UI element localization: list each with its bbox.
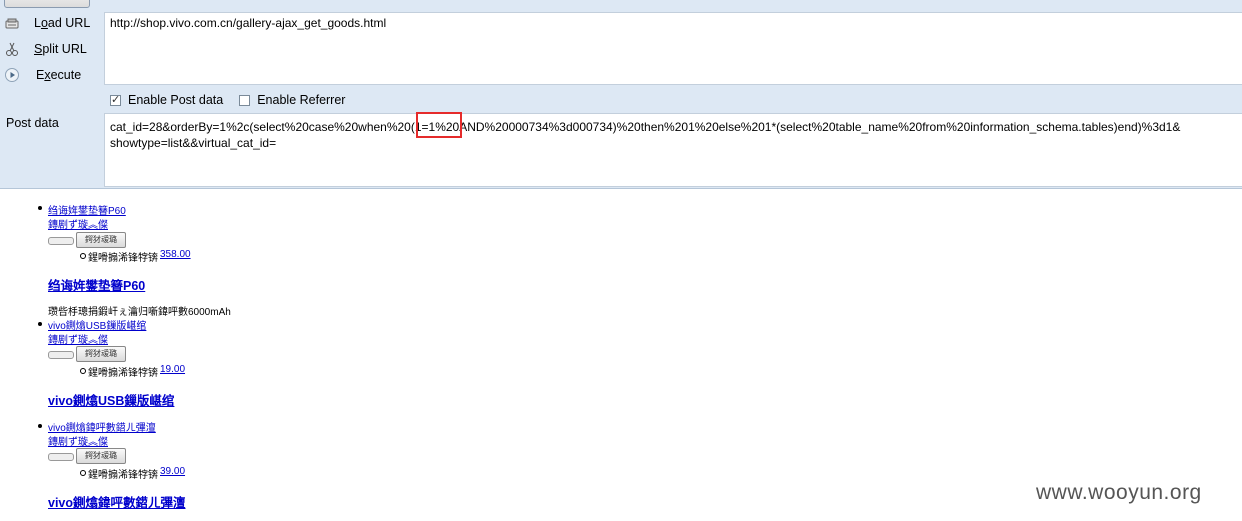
post-data-label: Post data [6, 116, 59, 130]
url-input[interactable]: http://shop.vivo.com.cn/gallery-ajax_get… [104, 12, 1242, 85]
list-circle [80, 368, 86, 374]
details-link[interactable]: 鏄剧ず璇︽儏 [48, 331, 108, 346]
add-to-cart-button[interactable]: 鍔犲叆璐 [76, 346, 126, 362]
load-url-button[interactable]: Load URL [4, 13, 90, 33]
toolbar-menu-strip [110, 0, 410, 1]
quantity-input[interactable] [48, 351, 74, 359]
price-label: 鍟嗗搧浠锋牸锛 [88, 253, 158, 264]
split-url-button[interactable]: Split URL [4, 39, 87, 59]
details-link[interactable]: 鏄剧ず璇︽儏 [48, 433, 108, 448]
split-url-label: Split URL [34, 42, 87, 56]
options-row: Enable Post data Enable Referrer [110, 93, 361, 107]
play-icon [4, 67, 20, 83]
hackbar-panel: Load URL Split URL Execute http://shop.v… [0, 0, 1242, 189]
enable-post-data-checkbox[interactable]: Enable Post data [110, 93, 223, 107]
enable-referrer-label: Enable Referrer [257, 93, 346, 107]
execute-label: Execute [36, 68, 82, 82]
price-value[interactable]: 358.00 [160, 249, 191, 260]
add-to-cart-button[interactable]: 鍔犲叆璐 [76, 232, 126, 248]
watermark-text: www.wooyun.org [1036, 481, 1202, 504]
enable-referrer-checkbox[interactable]: Enable Referrer [239, 93, 345, 107]
quantity-input[interactable] [48, 453, 74, 461]
price-value[interactable]: 39.00 [160, 466, 185, 477]
list-bullet [38, 424, 42, 428]
load-url-icon [4, 15, 20, 31]
quantity-input[interactable] [48, 237, 74, 245]
product-link[interactable]: 绉诲姩鐢垫簮P60 [48, 202, 126, 217]
checkbox-unchecked-icon[interactable] [239, 94, 251, 106]
price-label: 鍟嗗搧浠锋牸锛 [88, 368, 158, 379]
product-title-link[interactable]: vivo鍘熻USB鏁版嵁绾 [48, 390, 174, 409]
list-bullet [38, 206, 42, 210]
details-link[interactable]: 鏄剧ず璇︽儏 [48, 216, 108, 231]
price-value[interactable]: 19.00 [160, 364, 185, 375]
list-circle [80, 470, 86, 476]
list-circle [80, 253, 86, 259]
add-to-cart-button[interactable]: 鍔犲叆璐 [76, 448, 126, 464]
product-link[interactable]: vivo鍘熻USB鏁版嵁绾 [48, 317, 146, 332]
list-bullet [38, 322, 42, 326]
post-data-input[interactable]: cat_id=28&orderBy=1%2c(select%20case%20w… [104, 113, 1242, 187]
toolbar-button[interactable] [4, 0, 90, 8]
enable-post-data-label: Enable Post data [128, 93, 224, 107]
product-title-link[interactable]: 绉诲姩鐢垫簮P60 [48, 275, 145, 294]
post-data-line-1: cat_id=28&orderBy=1%2c(select%20case%20w… [110, 120, 1181, 134]
product-description: 瓒呰杽璁捐鍜屽ぇ瀹归噺鍏呯數6000mAh [48, 307, 231, 318]
product-title-link[interactable]: vivo鍘熻鍏呯數鍣ㄦ彃澶 [48, 492, 186, 511]
checkbox-checked-icon[interactable] [110, 93, 121, 106]
post-data-line-2: showtype=list&&virtual_cat_id= [110, 136, 277, 150]
url-value: http://shop.vivo.com.cn/gallery-ajax_get… [110, 16, 387, 30]
scissors-icon [4, 41, 20, 57]
payload-highlight-box [416, 112, 462, 138]
execute-button[interactable]: Execute [4, 65, 81, 85]
price-label: 鍟嗗搧浠锋牸锛 [88, 470, 158, 481]
load-url-label: Load URL [34, 16, 91, 30]
product-link[interactable]: vivo鍘熻鍏呯數鍣ㄦ彃澶 [48, 419, 156, 434]
